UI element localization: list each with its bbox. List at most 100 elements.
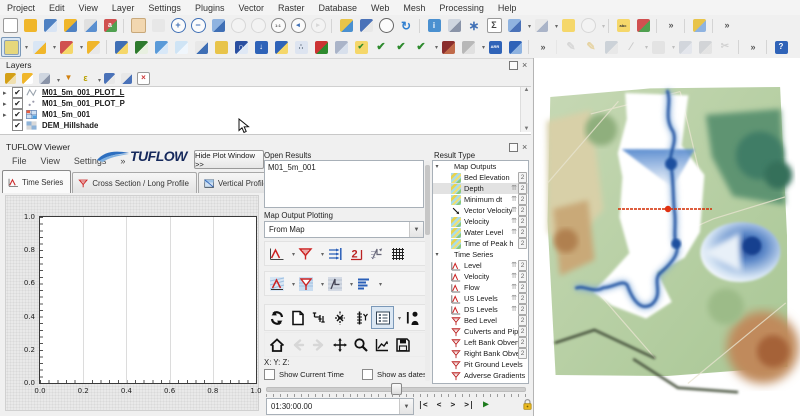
vertex-tool-icon[interactable] xyxy=(649,38,667,56)
field-calculator-icon[interactable] xyxy=(505,17,523,35)
tree-expander[interactable]: ▾ xyxy=(433,251,441,258)
style-manager-icon[interactable]: a xyxy=(101,17,119,35)
current-edits-icon[interactable]: ✎ xyxy=(562,38,580,56)
project-properties-icon[interactable] xyxy=(81,17,99,35)
pan-plot-button[interactable] xyxy=(329,334,350,355)
cross-section-plot-button[interactable] xyxy=(295,243,316,264)
layers-scrollbar[interactable]: ▲▼ xyxy=(520,87,532,132)
attachments-icon[interactable] xyxy=(459,38,477,56)
search-icon[interactable] xyxy=(579,17,597,35)
layer-row-m01-5m-001-plot-p[interactable]: ▸ ✔ M01_5m_001_PLOT_P xyxy=(0,98,531,109)
tuflow-close-icon[interactable]: × xyxy=(522,144,527,151)
prev-timestep-button[interactable]: < xyxy=(437,400,442,409)
result-type-vector-velocity[interactable]: Vector Velocity ⇈2 xyxy=(433,205,528,216)
menu-project[interactable]: Project xyxy=(0,2,42,14)
plot-2d-map-output-button[interactable]: 2 xyxy=(345,243,366,264)
curtain-plot-button[interactable] xyxy=(366,243,387,264)
toggle-editing-icon[interactable]: ✎ xyxy=(582,38,600,56)
new-project-icon[interactable] xyxy=(1,17,19,35)
remove-layer-icon[interactable]: × xyxy=(136,71,151,86)
help-contents-icon[interactable]: ? xyxy=(772,38,790,56)
checkbox-show-as-dates[interactable]: Show as dates xyxy=(362,369,427,380)
processing-toolbox-icon[interactable]: ∗ xyxy=(465,17,483,35)
refresh-plot-button[interactable] xyxy=(266,307,287,328)
tuflow-grid-check-icon[interactable] xyxy=(332,38,350,56)
layer-row-m01-5m-001[interactable]: ▸ ✔ M01_5m_001 xyxy=(0,109,531,120)
tuflow-import-model-icon[interactable] xyxy=(272,38,290,56)
statistical-summary-icon[interactable]: Σ xyxy=(485,17,503,35)
tuflow-moth-icon[interactable] xyxy=(439,38,457,56)
plot-view-forward-button[interactable] xyxy=(308,334,329,355)
layer-row-m01-5m-001-plot-l[interactable]: ▸ ✔ M01_5m_001_PLOT_L xyxy=(0,87,531,98)
tuflow-report-icon[interactable] xyxy=(506,38,524,56)
check-dropdown-icon[interactable]: ✔ xyxy=(412,38,430,56)
checkbox[interactable] xyxy=(264,369,275,380)
arr-to-tuflow-icon[interactable]: ARR xyxy=(486,38,504,56)
toolbar-overflow-2-icon[interactable]: » xyxy=(718,17,736,35)
manage-map-themes-icon[interactable] xyxy=(37,71,52,86)
menu-vector[interactable]: Vector xyxy=(231,2,271,14)
check-1d-files-icon[interactable]: ✔ xyxy=(392,38,410,56)
zoom-native-icon[interactable]: 1:1 xyxy=(269,17,287,35)
checkbox[interactable] xyxy=(362,369,373,380)
result-type-bed-elevation[interactable]: Bed Elevation 2 xyxy=(433,172,528,183)
layer-expander[interactable]: ▸ xyxy=(3,100,12,108)
tuflow-configure-projection-icon[interactable] xyxy=(192,38,210,56)
zoom-last-icon[interactable]: ◂ xyxy=(289,17,307,35)
result-type-ds-levels[interactable]: DS Levels ⇈2 xyxy=(433,304,528,315)
result-type-minimum-dt[interactable]: Minimum dt ⇈2 xyxy=(433,194,528,205)
select-by-expression-icon[interactable] xyxy=(57,38,75,56)
zoom-to-selection-icon[interactable] xyxy=(229,17,247,35)
middle-scrollbar[interactable] xyxy=(425,161,430,381)
collapse-all-icon[interactable] xyxy=(119,71,134,86)
timestep-dropdown-icon[interactable]: ▼ xyxy=(399,399,413,414)
batch-curtain-plot-button[interactable] xyxy=(324,273,345,294)
result-type-us-levels[interactable]: US Levels ⇈2 xyxy=(433,293,528,304)
tab-time-series[interactable]: Time Series xyxy=(2,170,71,193)
expand-all-icon[interactable] xyxy=(102,71,117,86)
open-project-icon[interactable] xyxy=(21,17,39,35)
identify-features-icon[interactable]: i xyxy=(425,17,443,35)
legend-options-button[interactable] xyxy=(353,273,374,294)
result-type-pit-ground-levels[interactable]: Pit Ground Levels xyxy=(433,359,528,370)
reset-plot-view-button[interactable] xyxy=(266,334,287,355)
result-type-culverts-and-pipes[interactable]: Culverts and Pipes 2 xyxy=(433,326,528,337)
toolbar-overflow-3-icon[interactable]: » xyxy=(534,38,552,56)
result-type-level[interactable]: Level ⇈2 xyxy=(433,260,528,271)
open-result-m01-5m-001[interactable]: M01_5m_001 xyxy=(265,161,423,174)
save-figure-button[interactable] xyxy=(392,334,413,355)
measure-line-icon[interactable] xyxy=(532,17,550,35)
tuflow-download-icon[interactable]: ↓ xyxy=(252,38,270,56)
menu-view[interactable]: View xyxy=(72,2,105,14)
zoom-out-icon[interactable]: − xyxy=(189,17,207,35)
toggle-culverts-button[interactable] xyxy=(308,307,329,328)
menu-file[interactable]: File xyxy=(6,154,33,168)
result-type-depth[interactable]: Depth ⇈2 xyxy=(433,183,528,194)
timestep-combo[interactable]: 01:30:00.00 ▼ xyxy=(266,398,414,415)
menu-web[interactable]: Web xyxy=(364,2,396,14)
result-group-map-outputs[interactable]: ▾ Map Outputs xyxy=(433,161,528,172)
layer-visibility-checkbox[interactable]: ✔ xyxy=(12,87,23,98)
save-project-icon[interactable] xyxy=(41,17,59,35)
result-type-left-bank-obvert[interactable]: Left Bank Obvert 2 xyxy=(433,337,528,348)
layers-float-icon[interactable] xyxy=(509,61,518,70)
first-timestep-button[interactable]: |< xyxy=(418,400,428,409)
select-by-form-icon[interactable] xyxy=(84,38,102,56)
tabular-data-button[interactable] xyxy=(387,243,408,264)
menu-help[interactable]: Help xyxy=(491,2,524,14)
deselect-features-icon[interactable] xyxy=(30,38,48,56)
play-through-timesteps-button[interactable]: ▶ xyxy=(483,399,489,410)
new-map-view-icon[interactable] xyxy=(337,17,355,35)
menu-raster[interactable]: Raster xyxy=(271,2,312,14)
result-type-bed-level[interactable]: Bed Level 2 xyxy=(433,315,528,326)
cut-features-icon[interactable]: ✂ xyxy=(716,38,734,56)
bookmarks-icon[interactable] xyxy=(357,17,375,35)
combo-dropdown-icon[interactable]: ▼ xyxy=(409,222,423,237)
result-type-velocity[interactable]: Velocity ⇈2 xyxy=(433,271,528,282)
modify-attributes-icon[interactable] xyxy=(676,38,694,56)
result-type-water-level[interactable]: Water Level ⇈2 xyxy=(433,227,528,238)
result-type-adverse-gradients[interactable]: Adverse Gradients xyxy=(433,370,528,381)
tuflow-arch-bridge-icon[interactable]: ∩ xyxy=(232,38,250,56)
python-console-icon[interactable] xyxy=(112,38,130,56)
layers-close-icon[interactable]: × xyxy=(522,62,527,69)
